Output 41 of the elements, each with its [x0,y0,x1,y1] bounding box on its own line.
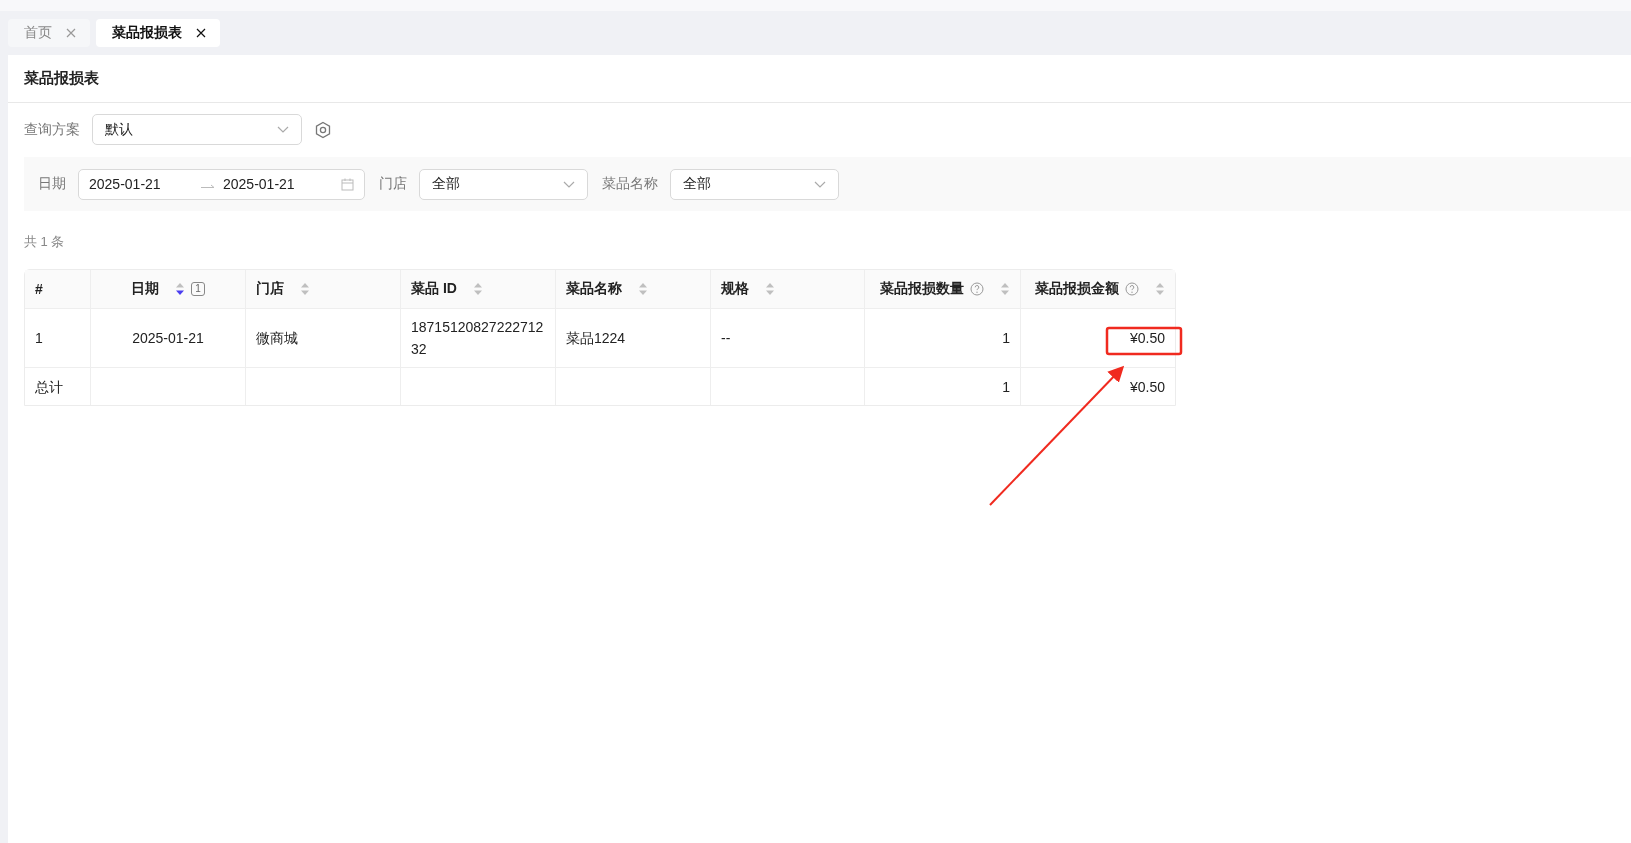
sort-order-badge: 1 [191,282,205,296]
table-cell: 1 [35,330,43,346]
summary-cell: ¥0.50 [1129,378,1165,395]
table-cell: 菜品1224 [566,330,626,346]
help-icon[interactable] [1125,282,1139,296]
field-label: 门店 [379,175,407,193]
column-header: 规格 [721,280,749,298]
select-field[interactable]: 全部 [670,168,839,200]
summary-cell: 1 [1002,378,1010,395]
field-label: 菜品名称 [602,175,658,193]
table-cell: 2025-01-21 [132,330,204,346]
chevron-down-icon [814,180,826,188]
page-tab[interactable]: 首页 [8,19,90,47]
table-cell: 1 [1002,330,1010,346]
column-header: 菜品报损数量 [880,280,964,298]
calendar-icon [341,177,354,191]
field-label: 查询方案 [24,120,80,139]
table-cell: 1871512082722271232 [411,319,544,357]
page-title: 菜品报损表 [24,69,99,88]
chevron-down-icon [277,126,289,133]
chevron-down-icon [563,180,575,188]
page-tab[interactable]: 菜品报损表 [96,19,220,47]
column-header: # [35,281,43,297]
table-cell: 微商城 [256,330,298,346]
date-range-field[interactable]: 2025-01-21 2025-01-21 [78,168,365,200]
table-cell: -- [721,330,731,346]
field-label: 日期 [38,175,66,193]
select-field[interactable]: 默认 [92,114,302,145]
column-header: 菜品 ID [411,280,457,298]
column-header: 门店 [256,280,284,298]
sort-icon[interactable] [175,282,186,296]
column-header: 菜品报损金额 [1035,280,1119,298]
table-cell: ¥0.50 [1129,330,1165,346]
column-header: 日期 [131,280,160,298]
settings-icon[interactable] [314,120,332,139]
close-icon[interactable] [196,28,206,38]
record-count: 共 1 条 [24,234,65,249]
select-field[interactable]: 全部 [419,168,588,200]
summary-label: 总计 [35,378,63,395]
help-icon[interactable] [970,282,984,296]
column-header: 菜品名称 [566,280,622,298]
